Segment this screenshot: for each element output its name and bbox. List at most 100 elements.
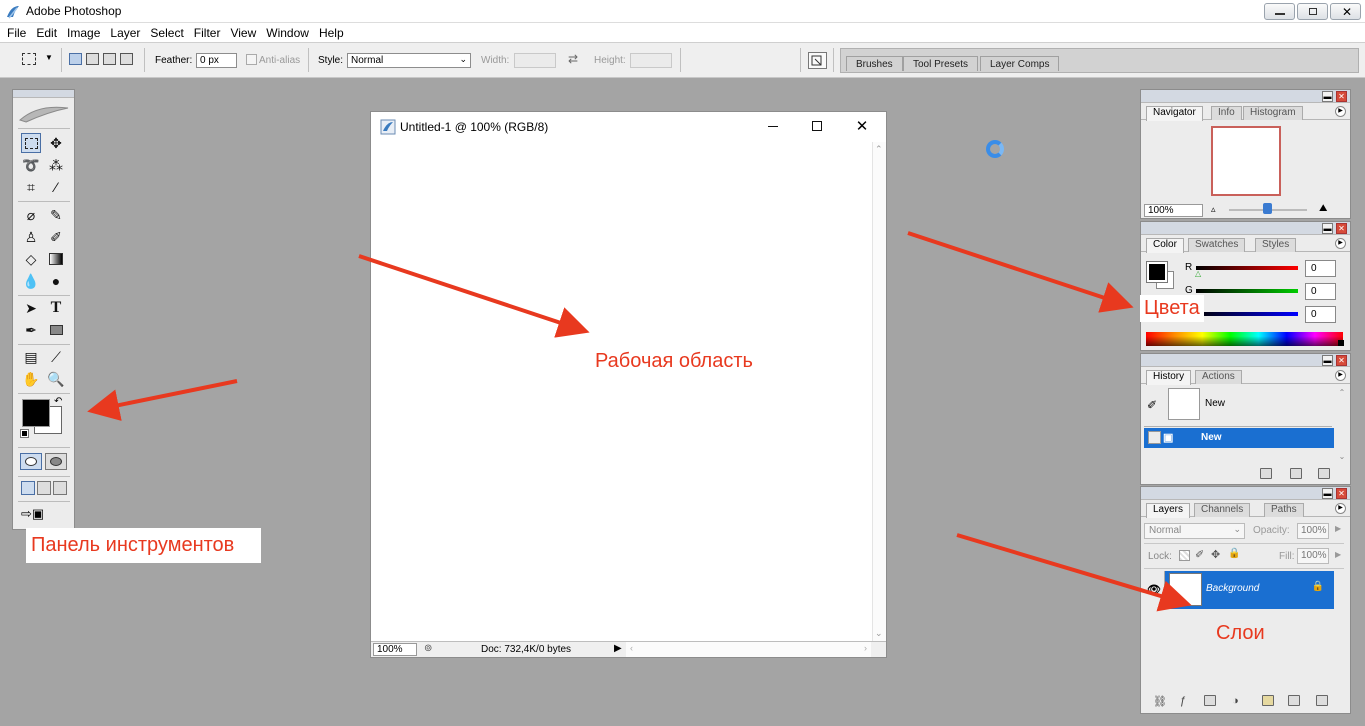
panel-close-button[interactable]: ✕ [1336, 355, 1347, 366]
new-document-from-state-icon[interactable] [1260, 468, 1272, 479]
menu-filter[interactable]: Filter [189, 26, 226, 40]
navigator-zoom-field[interactable]: 100% [1144, 204, 1203, 217]
panel-close-button[interactable]: ✕ [1336, 488, 1347, 499]
full-screen-menu-icon[interactable] [37, 481, 51, 495]
magic-wand-tool-icon[interactable]: ⁂ [46, 155, 66, 175]
brush-tool-icon[interactable]: ✎ [46, 205, 66, 225]
menu-view[interactable]: View [225, 26, 261, 40]
panel-minimize-button[interactable]: ▬ [1322, 91, 1333, 102]
layer-visibility-toggle[interactable]: 👁 [1144, 571, 1165, 609]
channel-g-input[interactable]: 0 [1305, 283, 1336, 300]
slice-tool-icon[interactable]: ⁄ [46, 177, 66, 197]
blur-tool-icon[interactable]: 💧 [21, 271, 41, 291]
tab-swatches[interactable]: Swatches [1188, 238, 1246, 252]
menu-select[interactable]: Select [145, 26, 188, 40]
default-colors-icon[interactable] [20, 429, 29, 438]
foreground-color-swatch[interactable] [22, 399, 50, 427]
panel-menu-icon[interactable]: ▶ [1335, 106, 1346, 117]
dock-tab-brushes[interactable]: Brushes [846, 56, 903, 71]
standard-mode-icon[interactable] [20, 453, 42, 470]
new-group-icon[interactable] [1262, 695, 1274, 706]
eraser-tool-icon[interactable]: ◇ [21, 249, 41, 269]
panel-minimize-button[interactable]: ▬ [1322, 223, 1333, 234]
snapshot-thumbnail[interactable] [1168, 388, 1200, 420]
clone-stamp-icon[interactable]: ♙ [21, 227, 41, 247]
add-selection-icon[interactable] [86, 53, 99, 65]
trash-icon[interactable] [1316, 695, 1328, 706]
panel-menu-icon[interactable]: ▶ [1335, 503, 1346, 514]
panel-minimize-button[interactable]: ▬ [1322, 355, 1333, 366]
layer-style-icon[interactable]: ƒ [1180, 695, 1186, 707]
swap-colors-icon[interactable]: ↶ [54, 396, 62, 407]
type-tool-icon[interactable]: T [46, 298, 66, 318]
zoom-out-icon[interactable]: ▵ [1211, 204, 1216, 215]
menu-edit[interactable]: Edit [31, 26, 62, 40]
menu-image[interactable]: Image [62, 26, 105, 40]
trash-icon[interactable] [1318, 468, 1330, 479]
menu-layer[interactable]: Layer [105, 26, 145, 40]
tab-histogram[interactable]: Histogram [1243, 106, 1303, 120]
standard-screen-icon[interactable] [21, 481, 35, 495]
eyedropper-tool-icon[interactable]: ⟋ [46, 347, 66, 367]
new-layer-icon[interactable] [1288, 695, 1300, 706]
intersect-selection-icon[interactable] [120, 53, 133, 65]
feather-input[interactable]: 0 px [196, 53, 237, 68]
tab-color[interactable]: Color [1146, 238, 1184, 253]
tab-info[interactable]: Info [1211, 106, 1242, 120]
full-screen-icon[interactable] [53, 481, 67, 495]
ramp-black-swatch[interactable] [1338, 340, 1344, 346]
dodge-tool-icon[interactable]: ● [46, 271, 66, 291]
tab-actions[interactable]: Actions [1195, 370, 1242, 384]
tab-channels[interactable]: Channels [1194, 503, 1251, 517]
channel-b-slider[interactable] [1196, 312, 1298, 316]
marquee-tool-icon[interactable] [21, 133, 41, 153]
channel-r-input[interactable]: 0 [1305, 260, 1336, 277]
color-ramp[interactable] [1146, 332, 1343, 346]
tab-paths[interactable]: Paths [1264, 503, 1304, 517]
subtract-selection-icon[interactable] [103, 53, 116, 65]
healing-brush-icon[interactable]: ⌀ [21, 205, 41, 225]
zoom-slider-thumb[interactable] [1263, 203, 1272, 214]
opacity-arrow-icon[interactable]: ▶ [1335, 524, 1341, 533]
crop-tool-icon[interactable]: ⌗ [21, 177, 41, 197]
zoom-field[interactable]: 100% [373, 643, 417, 656]
pen-tool-icon[interactable]: ✒ [21, 320, 41, 340]
lasso-tool-icon[interactable]: ➰ [21, 155, 41, 175]
marquee-preset-icon[interactable] [22, 53, 36, 65]
chevron-down-icon[interactable]: ▼ [45, 53, 53, 62]
fill-input[interactable]: 100% [1297, 548, 1329, 564]
tab-navigator[interactable]: Navigator [1146, 106, 1203, 121]
lock-position-icon[interactable]: ✥ [1211, 548, 1220, 561]
doc-maximize-button[interactable] [810, 119, 824, 133]
doc-close-button[interactable]: ✕ [855, 118, 869, 135]
panel-close-button[interactable]: ✕ [1336, 223, 1347, 234]
dock-tab-layer-comps[interactable]: Layer Comps [980, 56, 1060, 71]
path-selection-icon[interactable]: ➤ [21, 298, 41, 318]
vertical-scrollbar[interactable]: ⌃ ⌄ [872, 142, 886, 641]
doc-minimize-button[interactable] [766, 119, 780, 133]
layer-row-background[interactable]: 👁 Background 🔒 [1144, 571, 1334, 609]
new-snapshot-icon[interactable] [1290, 468, 1302, 479]
panel-close-button[interactable]: ✕ [1336, 91, 1347, 102]
minimize-button[interactable] [1264, 3, 1295, 20]
quick-mask-icon[interactable] [45, 453, 67, 470]
opacity-input[interactable]: 100% [1297, 523, 1329, 539]
slider-triangle-icon[interactable]: △ [1195, 269, 1201, 278]
restore-button[interactable] [1297, 3, 1328, 20]
tab-layers[interactable]: Layers [1146, 503, 1191, 518]
swap-icon[interactable]: ⇄ [568, 52, 578, 66]
channel-r-slider[interactable] [1196, 266, 1298, 270]
hand-tool-icon[interactable]: ✋ [21, 369, 41, 389]
zoom-tool-icon[interactable]: 🔍 [46, 369, 66, 389]
horizontal-scrollbar[interactable]: ‹ › [626, 642, 871, 657]
scroll-down-icon[interactable]: ⌄ [1337, 452, 1347, 461]
close-button[interactable]: ✕ [1330, 3, 1361, 20]
adjustment-layer-icon[interactable]: ◑ [1232, 695, 1239, 707]
channel-b-input[interactable]: 0 [1305, 306, 1336, 323]
menu-window[interactable]: Window [261, 26, 314, 40]
file-browser-icon[interactable] [808, 52, 827, 69]
style-select[interactable]: Normal ⌄ [347, 53, 471, 68]
panel-menu-icon[interactable]: ▶ [1335, 238, 1346, 249]
lock-image-icon[interactable]: ✐ [1195, 548, 1204, 561]
antialias-checkbox[interactable] [246, 54, 257, 65]
